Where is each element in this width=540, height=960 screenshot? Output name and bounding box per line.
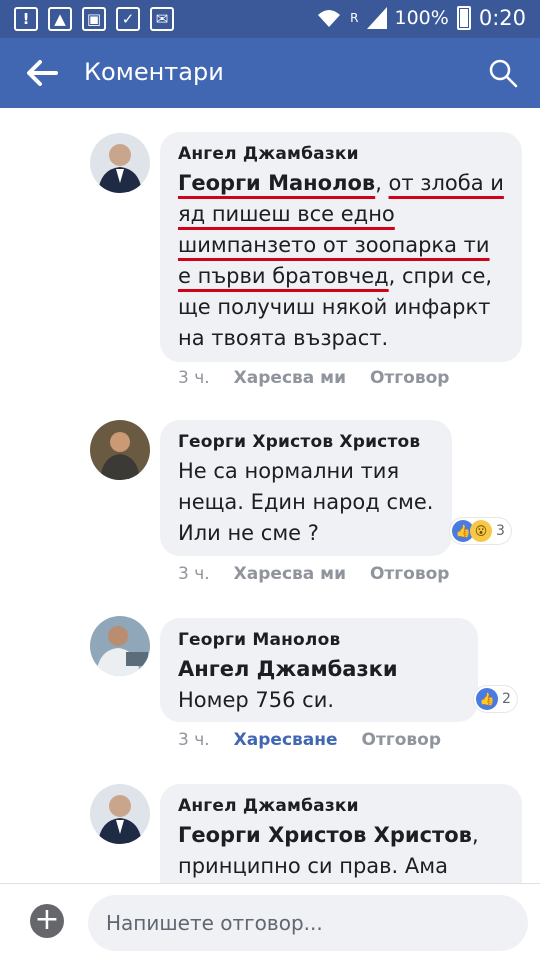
comment-body: Не са нормални тия неща. Един народ сме.… [178, 459, 434, 545]
reply-input[interactable] [88, 895, 528, 951]
comment-text: Номер 756 си. [178, 688, 335, 712]
comment-body: Ангел Джамбазки Номер 756 си. [178, 654, 460, 716]
avatar[interactable] [90, 616, 150, 676]
reaction-count: 2 [502, 691, 511, 707]
wifi-icon [318, 10, 341, 27]
avatar[interactable] [90, 784, 150, 844]
comment-time: 3 ч. [178, 564, 210, 584]
reactions-summary[interactable]: 👍 2 [474, 686, 517, 712]
notification-icons: ! ▲ ▣ ✓ ✉ [14, 7, 174, 31]
network-label: R [350, 11, 359, 25]
alert-icon: ! [14, 7, 38, 31]
reactions-summary[interactable]: 👍 😮 3 [450, 518, 511, 544]
status-bar: ! ▲ ▣ ✓ ✉ R 100% 0:20 [0, 0, 540, 38]
comment-bubble[interactable]: Ангел Джамбазки Георги Христов Христов, … [160, 784, 522, 883]
comment-bubble[interactable]: Георги Христов Христов Не са нормални ти… [160, 420, 452, 556]
mail-icon: ✉ [150, 7, 174, 31]
page-title: Коментари [84, 58, 224, 86]
reply-button[interactable]: Отговор [370, 368, 449, 388]
battery-icon [456, 6, 471, 30]
comment-actions: 3 ч. Харесване Отговор [178, 730, 441, 750]
comment-mention[interactable]: Георги Христов Христов [178, 823, 472, 847]
avatar[interactable] [90, 420, 150, 480]
like-button[interactable]: Харесване [234, 730, 338, 750]
search-icon[interactable] [488, 58, 518, 88]
reply-button[interactable]: Отговор [362, 730, 441, 750]
like-button[interactable]: Харесва ми [234, 564, 346, 584]
comment-actions: 3 ч. Харесва ми Отговор [178, 368, 449, 388]
comment-actions: 3 ч. Харесва ми Отговор [178, 564, 449, 584]
comment-mention[interactable]: Ангел Джамбазки [178, 654, 460, 685]
reaction-count: 3 [496, 523, 505, 539]
comment-time: 3 ч. [178, 730, 210, 750]
comment-bubble[interactable]: Ангел Джамбазки Георги Манолов, от злоба… [160, 132, 522, 362]
comment-author[interactable]: Ангел Джамбазки [178, 144, 504, 164]
avatar[interactable] [90, 133, 150, 193]
clock: 0:20 [478, 6, 526, 30]
comment-time: 3 ч. [178, 368, 210, 388]
image-icon: ▣ [82, 7, 106, 31]
like-button[interactable]: Харесва ми [234, 368, 346, 388]
comments-list: Ангел Джамбазки Георги Манолов, от злоба… [0, 108, 540, 883]
add-attachment-button[interactable]: + [30, 904, 64, 938]
like-reaction-icon: 👍 [476, 688, 498, 710]
signal-icon [366, 7, 387, 29]
notification-app-icon: ▲ [48, 7, 72, 31]
wow-reaction-icon: 😮 [470, 520, 492, 542]
back-arrow-icon[interactable] [24, 58, 58, 88]
comment-body: Георги Манолов, от злоба и яд пишеш все … [178, 168, 504, 354]
cleaner-icon: ✓ [116, 7, 140, 31]
comment-text-part: , [375, 171, 389, 195]
comment-body: Георги Христов Христов, принципно си пра… [178, 820, 504, 882]
app-header: Коментари [0, 38, 540, 108]
comment-author[interactable]: Георги Манолов [178, 630, 460, 650]
comment-bubble[interactable]: Георги Манолов Ангел Джамбазки Номер 756… [160, 618, 478, 722]
comment-author[interactable]: Георги Христов Христов [178, 432, 434, 452]
battery-percent: 100% [394, 7, 449, 29]
comment-author[interactable]: Ангел Джамбазки [178, 796, 504, 816]
comment-mention[interactable]: Георги Манолов [178, 171, 375, 195]
reply-button[interactable]: Отговор [370, 564, 449, 584]
system-indicators: R 100% 0:20 [316, 6, 526, 30]
reply-bar: + [0, 883, 540, 960]
